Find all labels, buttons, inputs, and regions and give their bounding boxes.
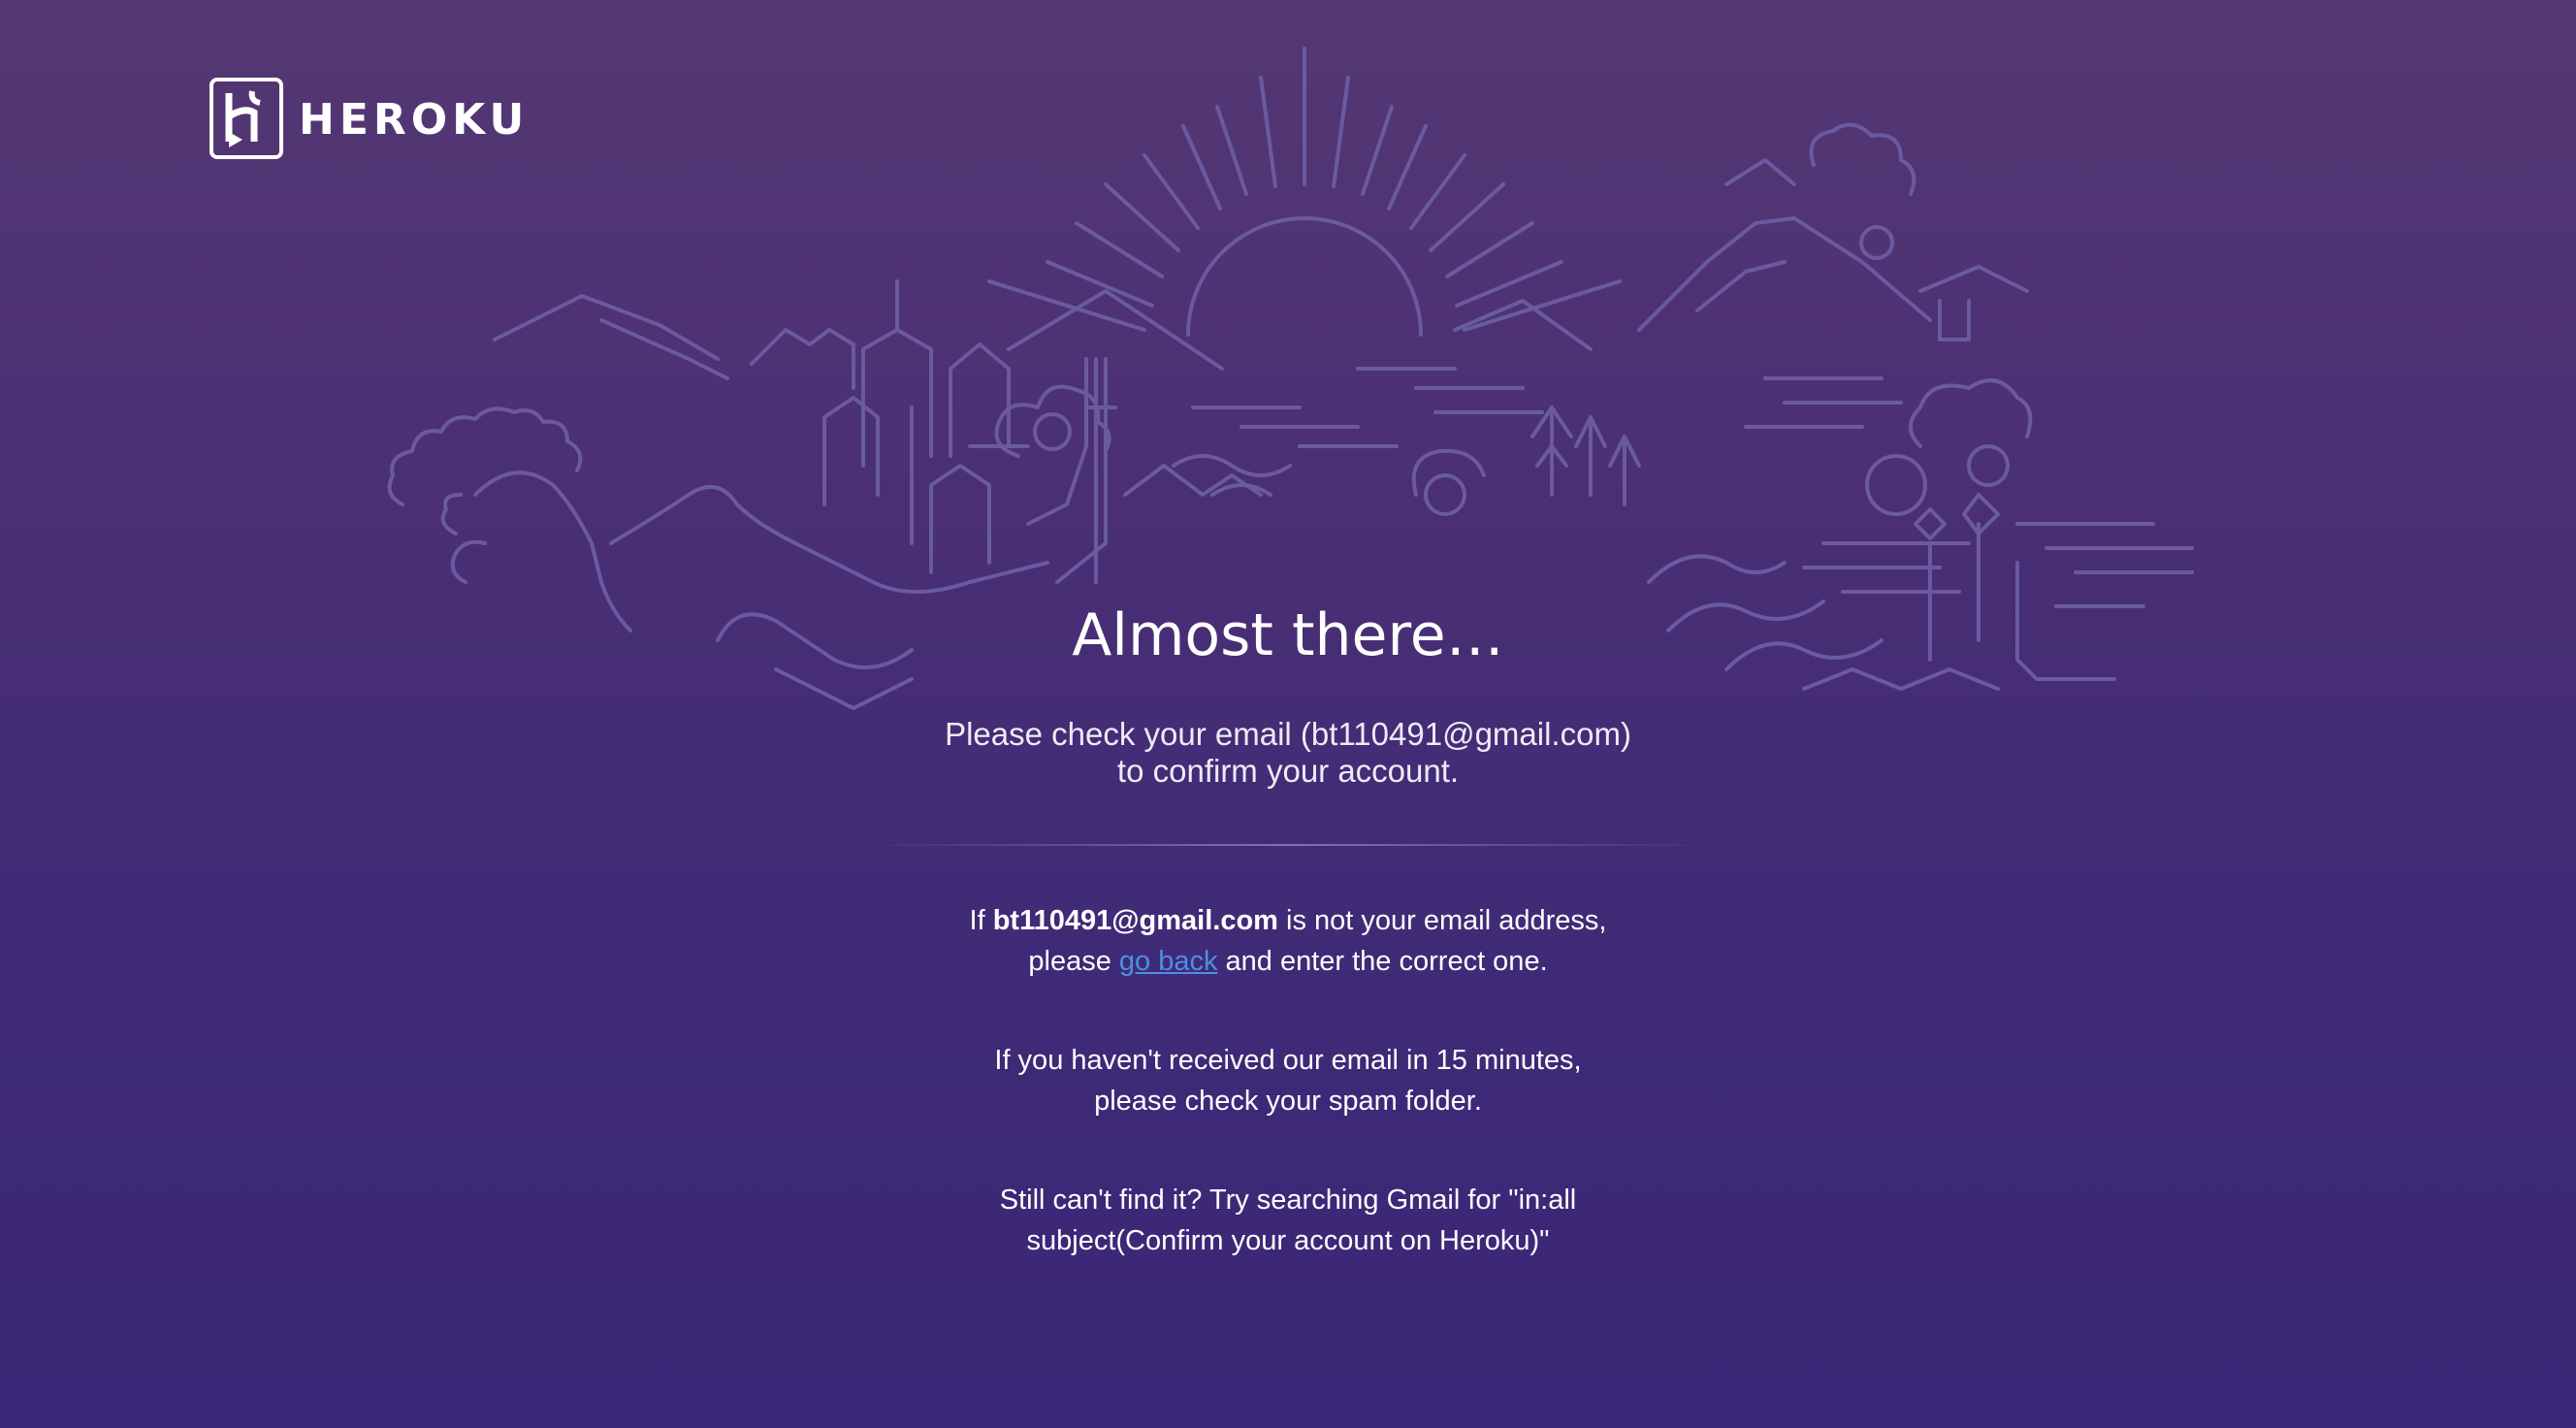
wrong-email-suffix: is not your email address, [1277, 905, 1607, 936]
wrong-email-line-2: please go back and enter the correct one… [0, 941, 2576, 982]
page-title: Almost there… [1072, 601, 1504, 669]
user-email: bt110491@gmail.com [992, 905, 1278, 936]
confirmation-panel: Almost there… Please check your email (b… [0, 592, 2576, 1261]
spam-paragraph: If you haven't received our email in 15 … [0, 1040, 2576, 1121]
subtitle-line-1: Please check your email (bt110491@gmail.… [945, 716, 1631, 752]
go-back-link[interactable]: go back [1119, 946, 1218, 977]
spam-line-2: please check your spam folder. [1094, 1086, 1482, 1117]
wrong-email-prefix: If [969, 905, 993, 936]
wrong-email-line2-suffix: and enter the correct one. [1217, 946, 1548, 977]
wrong-email-line2-prefix: please [1028, 946, 1119, 977]
divider [861, 844, 1715, 846]
wrong-email-paragraph: If bt110491@gmail.com is not your email … [0, 900, 2576, 982]
search-line-2: subject(Confirm your account on Heroku)" [1026, 1225, 1550, 1256]
search-paragraph: Still can't find it? Try searching Gmail… [0, 1180, 2576, 1261]
heroku-logo-icon [209, 78, 283, 159]
wrong-email-line-1: If bt110491@gmail.com is not your email … [0, 900, 2576, 941]
confirmation-subtitle: Please check your email (bt110491@gmail.… [0, 716, 2576, 790]
search-line-1: Still can't find it? Try searching Gmail… [999, 1185, 1577, 1216]
spam-line-1: If you haven't received our email in 15 … [994, 1045, 1582, 1076]
subtitle-line-2: to confirm your account. [1116, 753, 1460, 789]
